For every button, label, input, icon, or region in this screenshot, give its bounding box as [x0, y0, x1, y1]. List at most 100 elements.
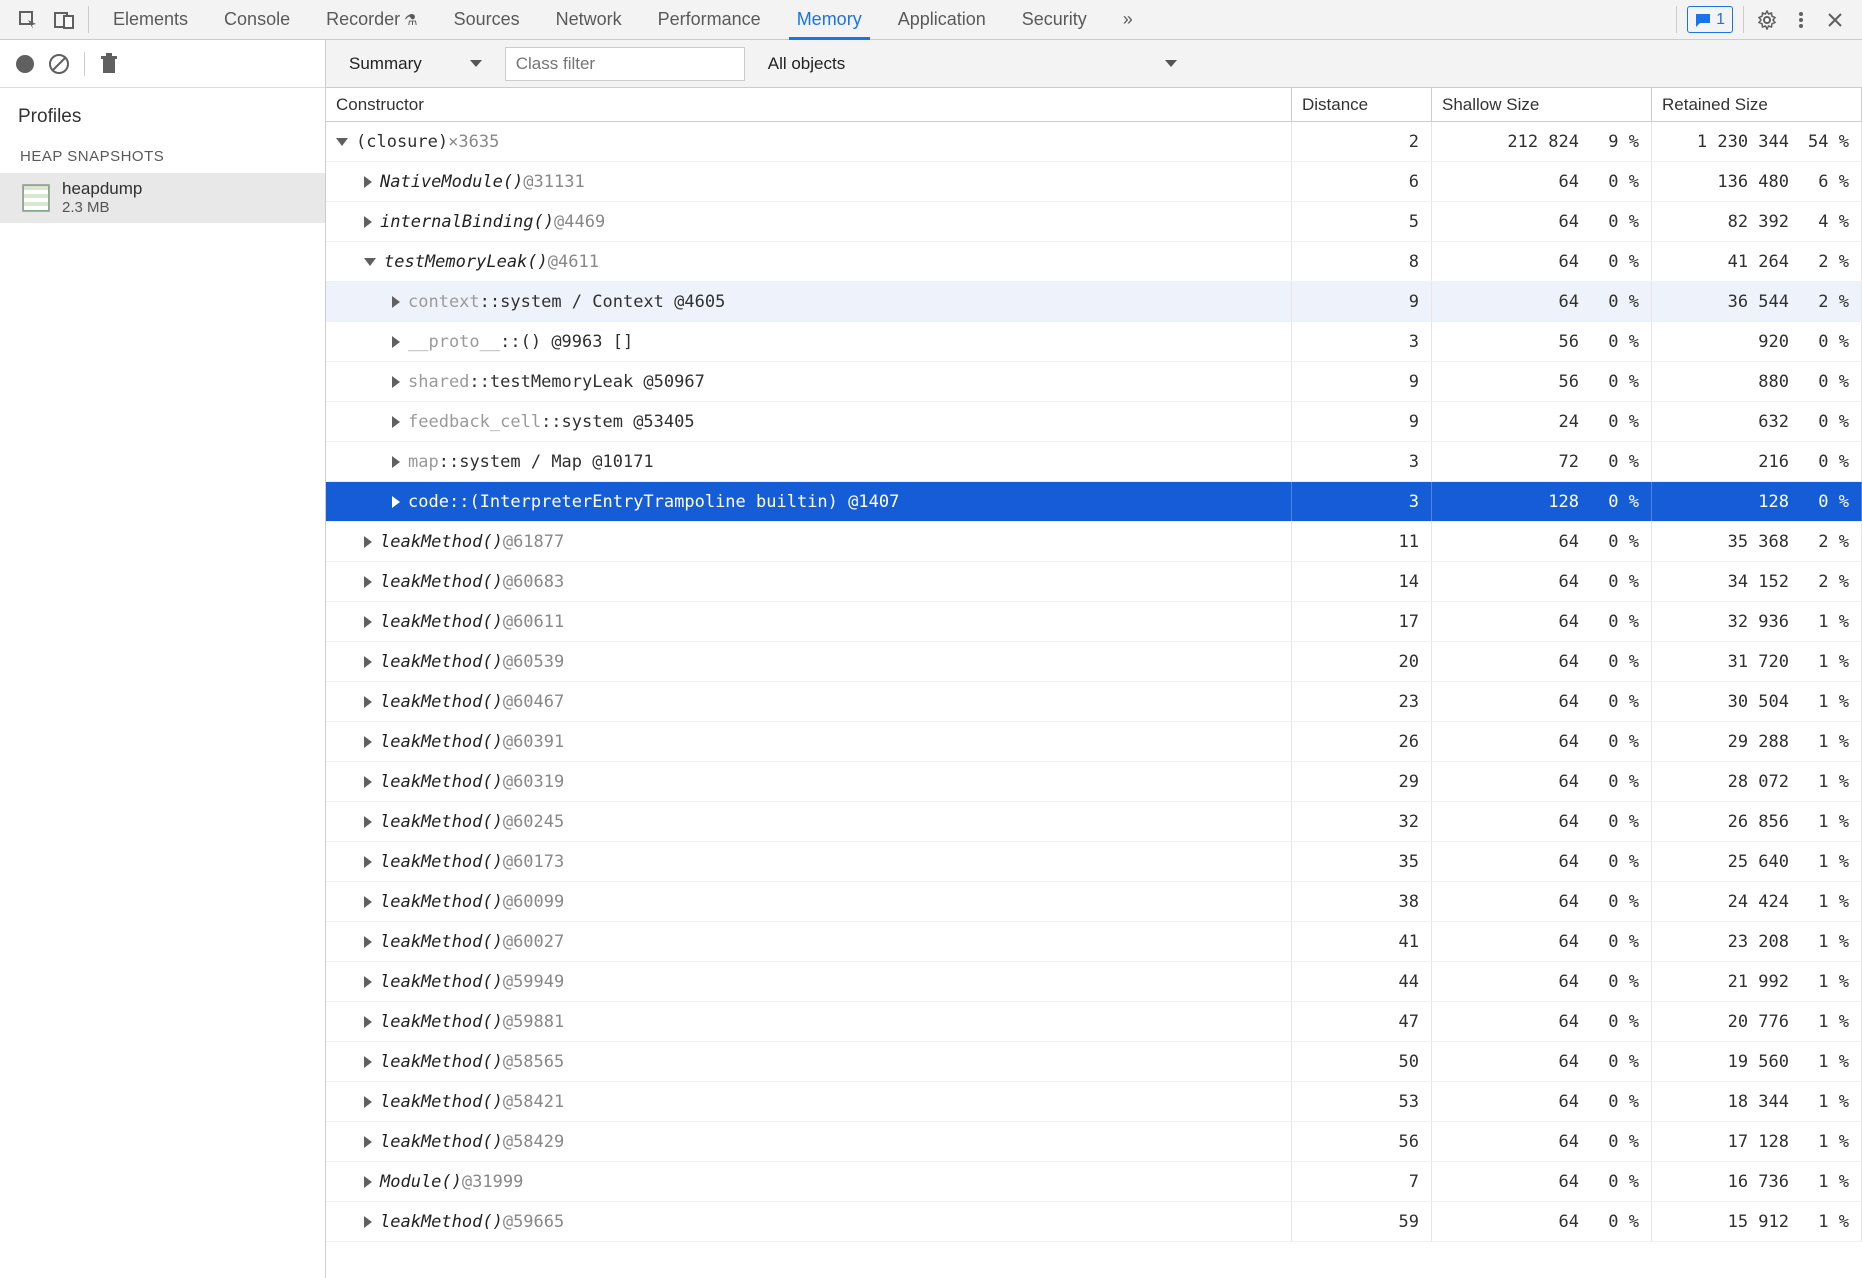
tree-row[interactable]: leakMethod() @6031929640 %28 0721 %	[326, 762, 1862, 802]
caret-right-icon[interactable]	[364, 936, 372, 948]
tree-row[interactable]: (closure) ×36352212 8249 %1 230 34454 %	[326, 122, 1862, 162]
col-shallow[interactable]: Shallow Size	[1432, 88, 1652, 121]
tree-row[interactable]: leakMethod() @5842956640 %17 1281 %	[326, 1122, 1862, 1162]
tree-row[interactable]: leakMethod() @5856550640 %19 5601 %	[326, 1042, 1862, 1082]
col-distance[interactable]: Distance	[1292, 88, 1432, 121]
tree-row[interactable]: leakMethod() @6061117640 %32 9361 %	[326, 602, 1862, 642]
tree-row[interactable]: leakMethod() @6017335640 %25 6401 %	[326, 842, 1862, 882]
inspect-icon[interactable]	[10, 0, 46, 39]
kebab-icon[interactable]	[1784, 0, 1818, 39]
snapshot-item[interactable]: heapdump 2.3 MB	[0, 173, 325, 223]
caret-right-icon[interactable]	[364, 856, 372, 868]
tree-row[interactable]: NativeModule() @311316640 %136 4806 %	[326, 162, 1862, 202]
shallow-pct: 0 %	[1589, 692, 1639, 712]
tree-row[interactable]: shared :: testMemoryLeak @509679560 %880…	[326, 362, 1862, 402]
tree-row[interactable]: leakMethod() @5994944640 %21 9921 %	[326, 962, 1862, 1002]
retained-pct: 1 %	[1799, 732, 1849, 752]
tree-row[interactable]: leakMethod() @5988147640 %20 7761 %	[326, 1002, 1862, 1042]
caret-right-icon[interactable]	[364, 576, 372, 588]
distance-cell: 5	[1292, 202, 1432, 241]
tree-row[interactable]: context :: system / Context @46059640 %3…	[326, 282, 1862, 322]
tree-row[interactable]: code :: (InterpreterEntryTrampoline buil…	[326, 482, 1862, 522]
caret-right-icon[interactable]	[364, 536, 372, 548]
caret-right-icon[interactable]	[364, 176, 372, 188]
caret-down-icon[interactable]	[336, 138, 348, 146]
tree-row[interactable]: leakMethod() @6053920640 %31 7201 %	[326, 642, 1862, 682]
tree-row[interactable]: leakMethod() @6024532640 %26 8561 %	[326, 802, 1862, 842]
tree-row[interactable]: leakMethod() @6187711640 %35 3682 %	[326, 522, 1862, 562]
caret-right-icon[interactable]	[364, 696, 372, 708]
tree-row[interactable]: testMemoryLeak() @46118640 %41 2642 %	[326, 242, 1862, 282]
tab-console[interactable]: Console	[206, 0, 308, 39]
retained-pct: 4 %	[1799, 212, 1849, 232]
tree-row[interactable]: leakMethod() @6009938640 %24 4241 %	[326, 882, 1862, 922]
tab-network[interactable]: Network	[538, 0, 640, 39]
caret-right-icon[interactable]	[364, 976, 372, 988]
tree-row[interactable]: feedback_cell :: system @534059240 %6320…	[326, 402, 1862, 442]
tree-row[interactable]: leakMethod() @6039126640 %29 2881 %	[326, 722, 1862, 762]
caret-right-icon[interactable]	[364, 1136, 372, 1148]
object-scope-dropdown[interactable]: All objects	[757, 47, 1188, 81]
tab-performance[interactable]: Performance	[640, 0, 779, 39]
caret-right-icon[interactable]	[392, 376, 400, 388]
caret-right-icon[interactable]	[364, 896, 372, 908]
device-toggle-icon[interactable]	[46, 0, 82, 39]
caret-right-icon[interactable]	[364, 736, 372, 748]
tab-recorder[interactable]: Recorder⚗	[308, 0, 435, 39]
retained-pct: 6 %	[1799, 172, 1849, 192]
object-id: @60245	[503, 812, 564, 832]
tree-row[interactable]: leakMethod() @6046723640 %30 5041 %	[326, 682, 1862, 722]
tree-row[interactable]: leakMethod() @6002741640 %23 2081 %	[326, 922, 1862, 962]
caret-right-icon[interactable]	[392, 296, 400, 308]
tree-row[interactable]: map :: system / Map @101713720 %2160 %	[326, 442, 1862, 482]
retained-size: 34 152	[1728, 572, 1789, 592]
caret-right-icon[interactable]	[364, 1056, 372, 1068]
shallow-pct: 0 %	[1589, 652, 1639, 672]
shallow-size: 64	[1559, 852, 1579, 872]
shallow-pct: 0 %	[1589, 852, 1639, 872]
caret-right-icon[interactable]	[364, 616, 372, 628]
caret-right-icon[interactable]	[364, 816, 372, 828]
more-tabs[interactable]: »	[1105, 0, 1151, 39]
tree-row[interactable]: leakMethod() @5842153640 %18 3441 %	[326, 1082, 1862, 1122]
col-retained[interactable]: Retained Size	[1652, 88, 1862, 121]
caret-right-icon[interactable]	[364, 1096, 372, 1108]
tree-row[interactable]: leakMethod() @6068314640 %34 1522 %	[326, 562, 1862, 602]
distance-cell: 47	[1292, 1002, 1432, 1041]
caret-down-icon[interactable]	[364, 258, 376, 266]
caret-right-icon[interactable]	[364, 1016, 372, 1028]
object-label: internalBinding()	[380, 212, 554, 232]
gear-icon[interactable]	[1750, 0, 1784, 39]
caret-right-icon[interactable]	[392, 496, 400, 508]
view-mode-dropdown[interactable]: Summary	[338, 47, 493, 81]
retained-size: 19 560	[1728, 1052, 1789, 1072]
shallow-pct: 0 %	[1589, 172, 1639, 192]
tree-row[interactable]: leakMethod() @5966559640 %15 9121 %	[326, 1202, 1862, 1242]
distance-cell: 32	[1292, 802, 1432, 841]
tree-row[interactable]: __proto__ :: () @9963 []3560 %9200 %	[326, 322, 1862, 362]
tab-sources[interactable]: Sources	[436, 0, 538, 39]
shallow-pct: 0 %	[1589, 892, 1639, 912]
tree-row[interactable]: internalBinding() @44695640 %82 3924 %	[326, 202, 1862, 242]
caret-right-icon[interactable]	[392, 456, 400, 468]
class-filter-input[interactable]	[505, 47, 745, 81]
tab-elements[interactable]: Elements	[95, 0, 206, 39]
caret-right-icon[interactable]	[364, 1216, 372, 1228]
caret-right-icon[interactable]	[364, 656, 372, 668]
messages-badge[interactable]: 1	[1687, 6, 1733, 33]
object-id: @60173	[503, 852, 564, 872]
trash-icon[interactable]	[99, 53, 119, 75]
tab-memory[interactable]: Memory	[779, 0, 880, 39]
close-icon[interactable]	[1818, 0, 1852, 39]
caret-right-icon[interactable]	[392, 336, 400, 348]
caret-right-icon[interactable]	[364, 776, 372, 788]
col-constructor[interactable]: Constructor	[326, 88, 1292, 121]
clear-icon[interactable]	[48, 53, 70, 75]
caret-right-icon[interactable]	[364, 1176, 372, 1188]
caret-right-icon[interactable]	[364, 216, 372, 228]
caret-right-icon[interactable]	[392, 416, 400, 428]
tab-security[interactable]: Security	[1004, 0, 1105, 39]
tab-application[interactable]: Application	[880, 0, 1004, 39]
tree-row[interactable]: Module() @319997640 %16 7361 %	[326, 1162, 1862, 1202]
record-icon[interactable]	[16, 55, 34, 73]
